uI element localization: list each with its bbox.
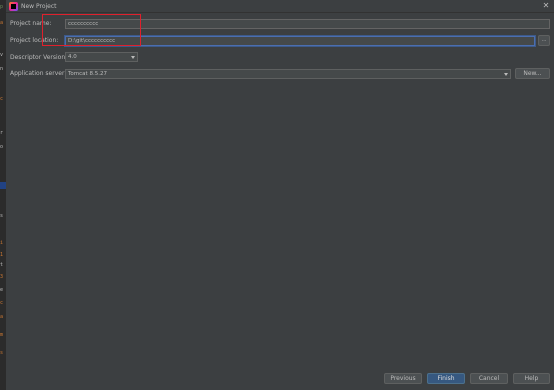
descriptor-version-select[interactable]: 4.0	[65, 52, 138, 62]
window-title: New Project	[21, 3, 57, 10]
previous-button[interactable]: Previous	[384, 373, 422, 384]
finish-button[interactable]: Finish	[427, 373, 465, 384]
title-bar: New Project ✕	[6, 0, 554, 13]
application-server-select[interactable]: Tomcat 8.5.27	[65, 69, 511, 79]
descriptor-version-label: Descriptor Version	[10, 54, 66, 61]
browse-location-button[interactable]: ...	[538, 35, 550, 46]
chevron-down-icon	[504, 73, 508, 76]
help-button[interactable]: Help	[513, 373, 550, 384]
chevron-down-icon	[131, 56, 135, 59]
cancel-button[interactable]: Cancel	[470, 373, 508, 384]
new-server-button[interactable]: New...	[515, 68, 550, 79]
new-project-dialog: p a v n c r o s i 1 t 3 e c a m s New Pr…	[0, 0, 554, 390]
application-server-value: Tomcat 8.5.27	[68, 71, 107, 77]
application-server-label: Application server:	[10, 70, 67, 77]
background-editor-strip: p a v n c r o s i 1 t 3 e c a m s	[0, 0, 6, 390]
close-button[interactable]: ✕	[541, 1, 551, 11]
intellij-logo-icon	[9, 2, 18, 11]
highlight-annotation	[42, 14, 141, 46]
descriptor-version-value: 4.0	[68, 54, 77, 60]
